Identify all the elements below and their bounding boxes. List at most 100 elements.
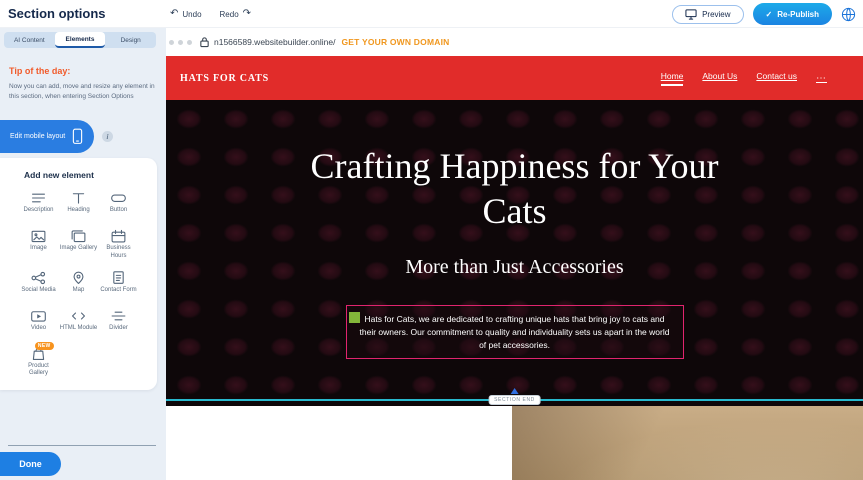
divider-icon: [110, 308, 127, 323]
add-element-label: Divider: [109, 325, 128, 333]
button-icon: [110, 190, 127, 205]
add-new-element-panel: Add new element Description Heading Button…: [0, 158, 157, 390]
resize-arrow-up-icon: [511, 388, 519, 394]
add-element-product-gallery[interactable]: NEWProduct Gallery: [19, 346, 59, 379]
editor-canvas: n1566589.websitebuilder.online/ GET YOUR…: [166, 28, 863, 480]
edit-mobile-label: Edit mobile layout: [10, 133, 65, 140]
section-resize-handle[interactable]: SECTION END: [488, 388, 541, 406]
site-preview: HATS FOR CATS Home About Us Contact us ⋯ Cr…: [166, 56, 863, 480]
topbar-actions: Preview ✓ Re-Publish: [672, 0, 856, 28]
add-new-element-title: Add new element: [24, 170, 157, 180]
republish-label: Re-Publish: [777, 10, 819, 19]
add-element-label: Business Hours: [99, 245, 139, 261]
section-end-label: SECTION END: [488, 395, 541, 405]
tab-design[interactable]: Design: [105, 32, 156, 48]
tab-elements[interactable]: Elements: [55, 32, 106, 48]
nav-more-icon[interactable]: ⋯: [816, 73, 827, 84]
add-element-label: Contact Form: [100, 287, 136, 295]
new-badge: NEW: [35, 342, 54, 350]
add-element-contact-form[interactable]: Contact Form: [99, 270, 139, 299]
add-element-label: Image: [30, 245, 47, 253]
preview-label: Preview: [702, 10, 730, 19]
site-logo[interactable]: HATS FOR CATS: [180, 73, 269, 84]
next-section[interactable]: [166, 406, 863, 480]
topbar: Section options ↶ Undo Redo ↷ Preview ✓ …: [0, 0, 863, 28]
map-icon: [70, 270, 87, 285]
redo-label: Redo: [220, 10, 239, 19]
done-button[interactable]: Done: [0, 452, 61, 476]
check-icon: ✓: [766, 10, 773, 19]
page-title: Section options: [8, 6, 106, 21]
add-element-button[interactable]: Button: [99, 190, 139, 219]
add-element-label: Description: [23, 207, 53, 215]
redo-button[interactable]: Redo ↷: [220, 9, 252, 19]
add-element-social-media[interactable]: Social Media: [19, 270, 59, 299]
hero-heading[interactable]: Crafting Happiness for Your Cats: [280, 144, 750, 234]
hero-section[interactable]: Crafting Happiness for Your Cats More th…: [166, 100, 863, 406]
add-element-label: Map: [73, 287, 85, 295]
edit-mobile-row: Edit mobile layout i: [0, 120, 113, 153]
sidebar: AI ContentElementsDesign Tip of the day:…: [0, 28, 166, 480]
site-nav: Home About Us Contact us ⋯: [661, 71, 827, 86]
image-icon: [30, 228, 47, 243]
monitor-icon: [685, 9, 697, 20]
nav-item-home[interactable]: Home: [661, 71, 684, 86]
add-element-heading[interactable]: Heading: [59, 190, 99, 219]
tip-title: Tip of the day:: [9, 66, 156, 76]
lock-icon: [199, 36, 210, 48]
next-section-image: [512, 406, 863, 480]
republish-button[interactable]: ✓ Re-Publish: [753, 3, 832, 25]
edit-mobile-layout-button[interactable]: Edit mobile layout: [0, 120, 94, 153]
add-element-label: Button: [110, 207, 127, 215]
tab-ai-content[interactable]: AI Content: [4, 32, 55, 48]
add-element-label: Heading: [67, 207, 89, 215]
nav-item-contact-us[interactable]: Contact us: [756, 71, 797, 86]
add-element-html-module[interactable]: HTML Module: [59, 308, 99, 337]
add-element-image-gallery[interactable]: Image Gallery: [59, 228, 99, 261]
image-gallery-icon: [70, 228, 87, 243]
preview-button[interactable]: Preview: [672, 5, 743, 24]
site-header[interactable]: HATS FOR CATS Home About Us Contact us ⋯: [166, 56, 863, 100]
hero-paragraph-box[interactable]: Hats for Cats, we are dedicated to craft…: [346, 305, 684, 359]
html-module-icon: [70, 308, 87, 323]
sidebar-divider: [8, 445, 156, 446]
video-icon: [30, 308, 47, 323]
undo-icon: ↶: [170, 9, 178, 19]
add-element-divider[interactable]: Divider: [99, 308, 139, 337]
social-media-icon: [30, 270, 47, 285]
tip-of-the-day: Tip of the day: Now you can add, move an…: [9, 66, 156, 103]
add-element-label: Social Media: [21, 287, 55, 295]
phone-icon: [72, 128, 83, 145]
info-icon[interactable]: i: [102, 131, 113, 142]
section-end-line: SECTION END: [166, 399, 863, 401]
next-section-left: [166, 406, 512, 480]
site-url: n1566589.websitebuilder.online/: [214, 37, 335, 47]
nav-item-about-us[interactable]: About Us: [702, 71, 737, 86]
add-element-label: Product Gallery: [19, 363, 59, 379]
hero-paragraph: Hats for Cats, we are dedicated to craft…: [356, 313, 674, 351]
browser-bar: n1566589.websitebuilder.online/ GET YOUR…: [166, 28, 863, 56]
history-controls: ↶ Undo Redo ↷: [170, 0, 251, 28]
add-element-business-hours[interactable]: Business Hours: [99, 228, 139, 261]
description-icon: [30, 190, 47, 205]
add-element-description[interactable]: Description: [19, 190, 59, 219]
add-element-map[interactable]: Map: [59, 270, 99, 299]
sidebar-tabs: AI ContentElementsDesign: [4, 32, 156, 48]
redo-icon: ↷: [243, 9, 251, 19]
tip-body: Now you can add, move and resize any ele…: [9, 82, 156, 103]
undo-button[interactable]: ↶ Undo: [170, 9, 202, 19]
add-element-video[interactable]: Video: [19, 308, 59, 337]
browser-dots-icon: [169, 40, 192, 45]
undo-label: Undo: [182, 10, 201, 19]
element-handle[interactable]: [349, 312, 360, 323]
contact-form-icon: [110, 270, 127, 285]
add-element-label: Video: [31, 325, 46, 333]
business-hours-icon: [110, 228, 127, 243]
app-window: Section options ↶ Undo Redo ↷ Preview ✓ …: [0, 0, 863, 480]
add-element-image[interactable]: Image: [19, 228, 59, 261]
hero-subheading[interactable]: More than Just Accessories: [166, 256, 863, 279]
add-element-label: Image Gallery: [60, 245, 97, 253]
globe-icon[interactable]: [841, 7, 856, 22]
get-own-domain-link[interactable]: GET YOUR OWN DOMAIN: [341, 37, 449, 47]
element-grid: Description Heading Button Image Image Galle…: [0, 190, 157, 378]
